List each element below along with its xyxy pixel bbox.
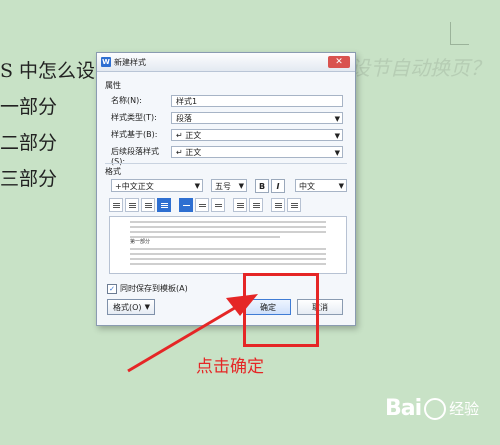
watermark-sub: 经验: [449, 400, 480, 418]
watermark: Bai 经验: [385, 396, 479, 421]
paw-logo-icon: [424, 397, 447, 420]
watermark-brand: Bai: [385, 396, 422, 421]
annotation-label: 点击确定: [196, 357, 264, 377]
annotation-arrow-icon: [127, 294, 258, 373]
